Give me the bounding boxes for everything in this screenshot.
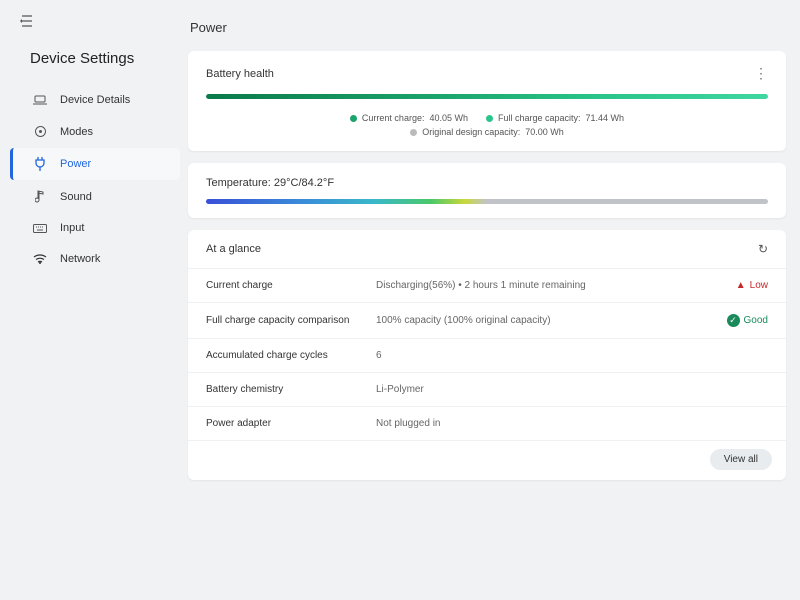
sidebar-item-label: Device Details <box>60 94 130 106</box>
sidebar-item-power[interactable]: Power <box>10 148 180 180</box>
status-badge-good: ✓ Good <box>727 314 768 327</box>
temperature-bar <box>206 199 768 204</box>
battery-health-bar <box>206 94 768 99</box>
sidebar-item-label: Input <box>60 222 84 234</box>
legend-current-charge: Current charge: 40.05 Wh <box>350 113 468 123</box>
plug-icon <box>32 157 48 171</box>
glance-footer: View all <box>188 440 786 480</box>
battery-health-title: Battery health <box>206 68 274 80</box>
refresh-icon[interactable]: ↻ <box>758 242 768 256</box>
main-content: Power Battery health ⋮ Current charge: 4… <box>180 0 800 600</box>
sidebar-item-label: Power <box>60 158 91 170</box>
dot-icon <box>486 115 493 122</box>
sidebar-item-device-details[interactable]: Device Details <box>10 85 180 115</box>
legend-design-capacity: Original design capacity: 70.00 Wh <box>410 127 564 137</box>
glance-title: At a glance <box>206 243 261 255</box>
sidebar-toggle[interactable] <box>16 10 38 32</box>
dot-icon <box>350 115 357 122</box>
sidebar: Device Settings Device Details Modes Pow… <box>0 0 180 600</box>
more-icon[interactable]: ⋮ <box>754 65 768 82</box>
battery-health-card: Battery health ⋮ Current charge: 40.05 W… <box>188 51 786 151</box>
sidebar-item-input[interactable]: Input <box>10 213 180 243</box>
wifi-icon <box>32 254 48 264</box>
dot-icon <box>410 129 417 136</box>
keyboard-icon <box>32 224 48 233</box>
glance-row-capacity: Full charge capacity comparison 100% cap… <box>188 302 786 338</box>
status-badge-low: ▲ Low <box>736 280 768 291</box>
view-all-button[interactable]: View all <box>710 449 772 470</box>
note-icon <box>32 190 48 203</box>
glance-row-current-charge: Current charge Discharging(56%) • 2 hour… <box>188 268 786 302</box>
sidebar-item-sound[interactable]: Sound <box>10 181 180 212</box>
sidebar-item-label: Modes <box>60 126 93 138</box>
sidebar-item-modes[interactable]: Modes <box>10 116 180 147</box>
sidebar-item-label: Sound <box>60 191 92 203</box>
target-icon <box>32 125 48 138</box>
at-a-glance-card: At a glance ↻ Current charge Discharging… <box>188 230 786 480</box>
page-title: Power <box>188 18 786 39</box>
temperature-label: Temperature: 29°C/84.2°F <box>206 177 768 189</box>
sidebar-title: Device Settings <box>10 50 180 85</box>
warning-icon: ▲ <box>736 280 746 291</box>
legend-full-capacity: Full charge capacity: 71.44 Wh <box>486 113 624 123</box>
laptop-icon <box>32 95 48 105</box>
nav-list: Device Details Modes Power Sound Input N… <box>10 85 180 274</box>
temperature-card: Temperature: 29°C/84.2°F <box>188 163 786 218</box>
sidebar-item-network[interactable]: Network <box>10 244 180 274</box>
sidebar-item-label: Network <box>60 253 100 265</box>
check-icon: ✓ <box>727 314 740 327</box>
glance-row-cycles: Accumulated charge cycles 6 <box>188 338 786 372</box>
glance-row-chemistry: Battery chemistry Li-Polymer <box>188 372 786 406</box>
battery-legend: Current charge: 40.05 Wh Full charge cap… <box>206 113 768 137</box>
glance-row-adapter: Power adapter Not plugged in <box>188 406 786 440</box>
